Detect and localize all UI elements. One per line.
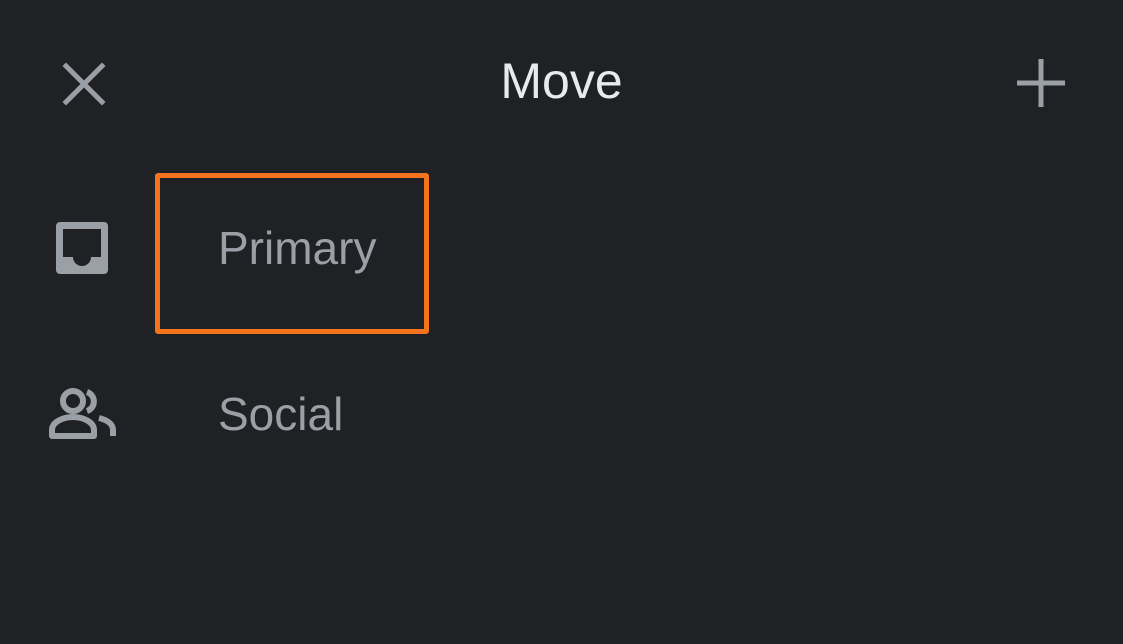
- add-label-button[interactable]: [1006, 48, 1076, 118]
- label-item-primary[interactable]: Primary: [0, 168, 1123, 328]
- label-item-social[interactable]: Social: [0, 336, 1123, 496]
- label-item-label: Primary: [218, 222, 377, 274]
- move-dialog: Move Primary Social: [0, 0, 1123, 644]
- dialog-title: Move: [500, 53, 623, 109]
- plus-icon: [1017, 59, 1065, 107]
- inbox-icon: [46, 212, 118, 284]
- label-item-label: Social: [218, 388, 344, 440]
- dialog-header: Move: [0, 0, 1123, 160]
- people-icon: [46, 378, 118, 450]
